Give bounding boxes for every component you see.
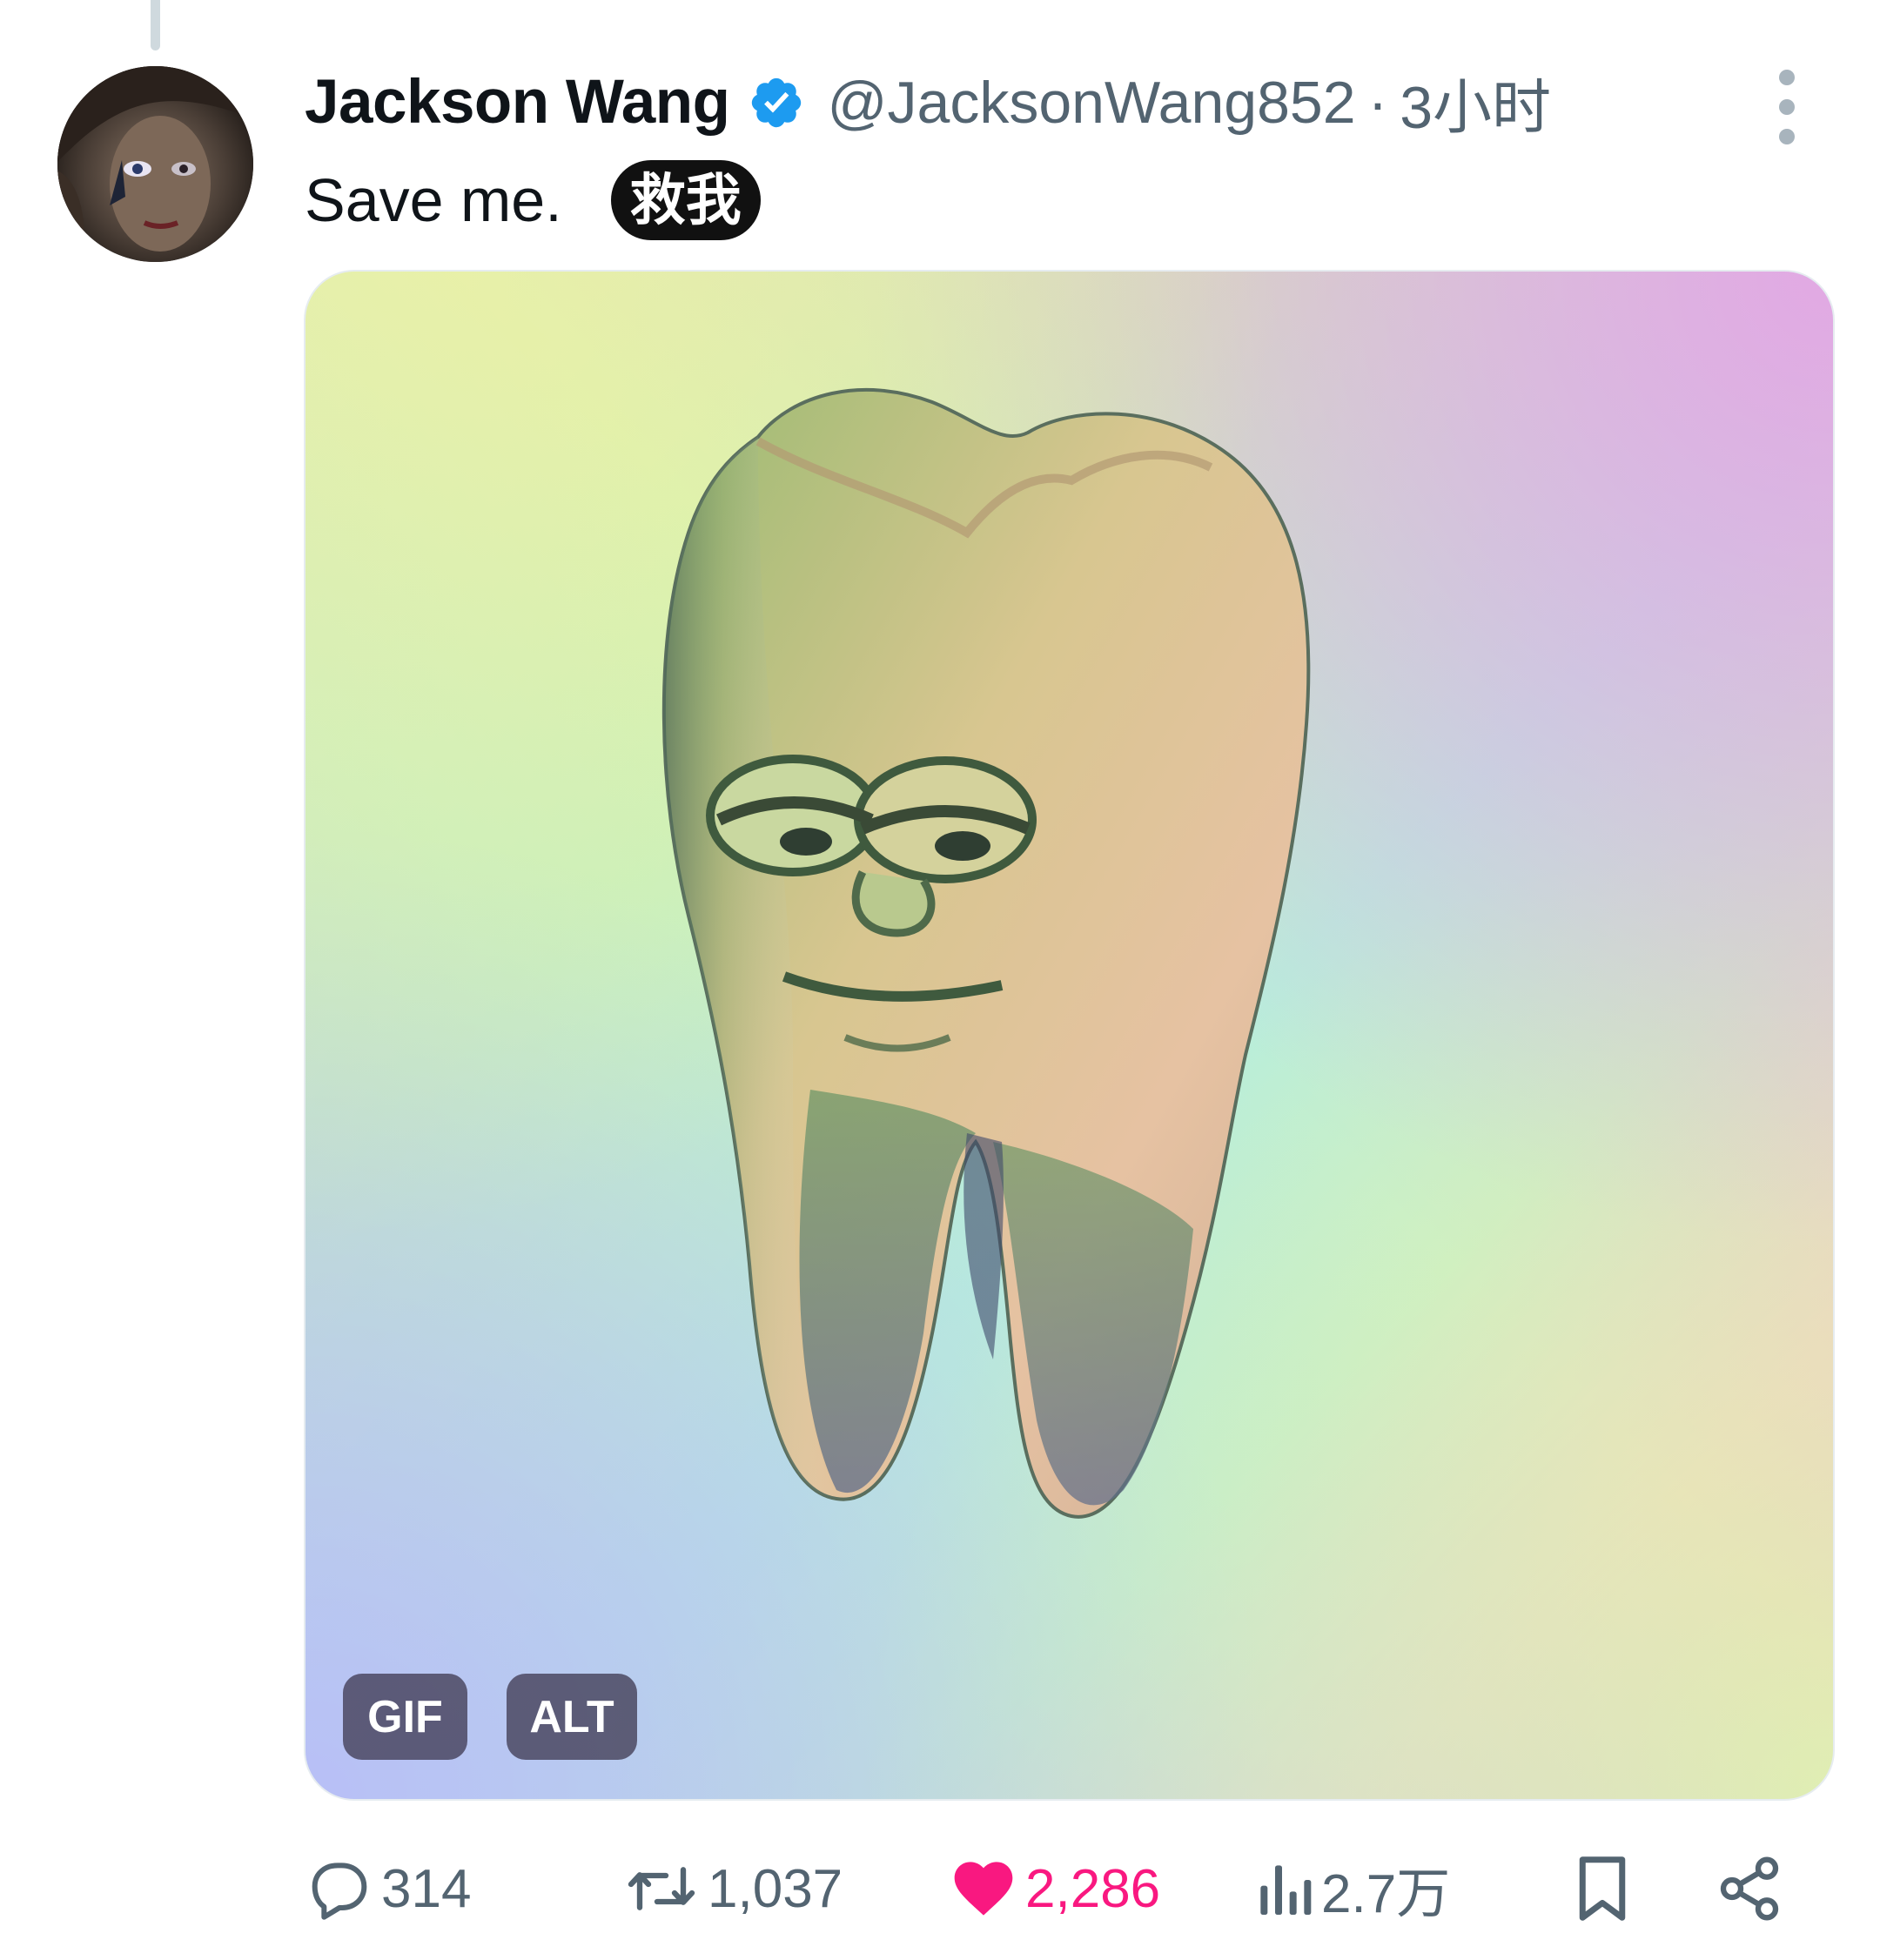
separator-dot: · <box>1367 69 1388 136</box>
tooth-character-image <box>661 387 1311 1519</box>
reply-count: 314 <box>381 1858 472 1919</box>
retweet-icon <box>628 1867 695 1910</box>
display-name[interactable]: Jackson Wang <box>305 67 730 138</box>
reply-icon <box>312 1863 367 1920</box>
bookmark-icon <box>1579 1856 1626 1921</box>
tweet-header: Jackson Wang @JacksonWang852 · 3小时 <box>305 61 1551 144</box>
translation-subtitle: 救我 <box>610 160 761 240</box>
user-handle[interactable]: @JacksonWang852 <box>828 69 1356 137</box>
tweet-body: Save me. <box>305 166 562 234</box>
tweet-text: Save me. 救我 <box>305 157 761 244</box>
like-button[interactable]: 2,286 <box>949 1845 1160 1932</box>
verified-badge-icon <box>751 77 801 127</box>
timestamp[interactable]: 3小时 <box>1400 59 1551 145</box>
thread-connector-line <box>151 0 160 50</box>
more-options-icon[interactable] <box>1774 70 1800 148</box>
avatar-image <box>57 66 253 262</box>
alt-text-button[interactable]: ALT <box>507 1674 637 1760</box>
view-count: 2.7万 <box>1321 1864 1451 1924</box>
avatar[interactable] <box>57 66 253 262</box>
share-button[interactable] <box>1715 1845 1784 1932</box>
bookmark-button[interactable] <box>1571 1845 1634 1932</box>
tweet-actions-bar: 314 1,037 2,286 2.7万 <box>305 1845 1802 1932</box>
retweet-count: 1,037 <box>708 1858 843 1919</box>
views-button[interactable]: 2.7万 <box>1253 1845 1450 1932</box>
retweet-button[interactable]: 1,037 <box>622 1845 843 1932</box>
views-icon <box>1260 1865 1312 1915</box>
like-heart-icon <box>954 1862 1013 1916</box>
gif-badge: GIF <box>343 1674 467 1760</box>
share-icon <box>1720 1856 1779 1921</box>
reply-button[interactable]: 314 <box>305 1845 471 1932</box>
tweet-media-gif[interactable] <box>304 270 1835 1801</box>
like-count: 2,286 <box>1025 1858 1161 1919</box>
